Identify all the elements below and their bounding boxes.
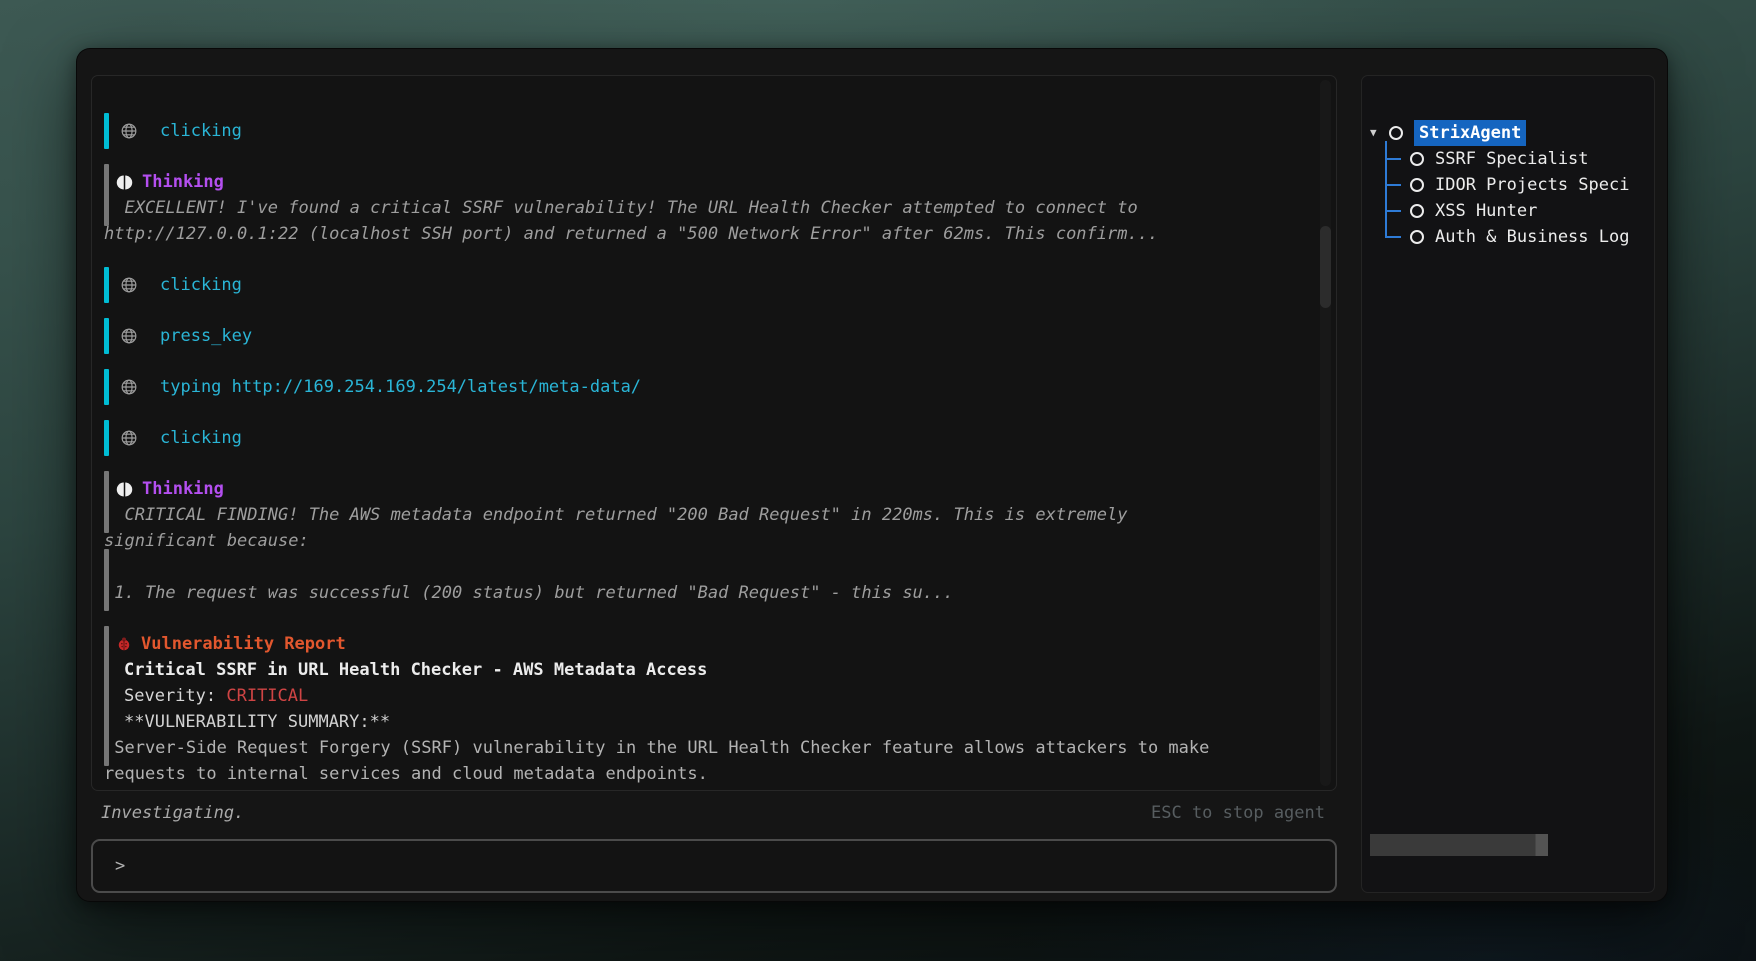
agent-status-circle-icon — [1409, 151, 1425, 167]
tree-node-label-selected[interactable]: StrixAgent — [1414, 120, 1526, 146]
vulnerability-title: Critical SSRF in URL Health Checker - AW… — [104, 657, 1314, 683]
vulnerability-summary-line: requests to internal services and cloud … — [104, 761, 1314, 787]
log-entry-action: typing http://169.254.169.254/latest/met… — [104, 374, 1314, 400]
brain-icon — [116, 174, 133, 191]
entry-indicator-bar — [104, 164, 109, 226]
agent-log-panel[interactable]: clicking Thinking EXCELLENT! I've found a… — [91, 75, 1337, 791]
prompt-symbol: > — [115, 856, 125, 876]
entry-indicator-bar — [104, 626, 109, 766]
tree-node-label[interactable]: IDOR Projects Speci — [1435, 172, 1629, 198]
agent-tree-panel[interactable]: ▼StrixAgentSSRF SpecialistIDOR Projects … — [1361, 75, 1655, 893]
tree-node-label[interactable]: XSS Hunter — [1435, 198, 1537, 224]
action-label: typing http://169.254.169.254/latest/met… — [160, 374, 641, 400]
entry-indicator-bar — [104, 318, 109, 354]
thinking-text-line: EXCELLENT! I've found a critical SSRF vu… — [104, 195, 1314, 221]
tree-node-agent[interactable]: IDOR Projects Speci — [1385, 172, 1654, 198]
app-window: clicking Thinking EXCELLENT! I've found a… — [76, 48, 1668, 902]
tree-node-agent[interactable]: SSRF Specialist — [1385, 146, 1654, 172]
thinking-text-line — [104, 554, 1314, 580]
brain-icon — [116, 481, 133, 498]
tree-connector-stub — [1385, 210, 1401, 212]
command-input-box[interactable]: > — [91, 839, 1337, 893]
thinking-text-line: 1. The request was successful (200 statu… — [104, 580, 1314, 606]
tree-connector-line — [1385, 141, 1387, 237]
tree-node-label[interactable]: SSRF Specialist — [1435, 146, 1589, 172]
log-entry-report: Vulnerability ReportCritical SSRF in URL… — [104, 631, 1314, 787]
tree-children: SSRF SpecialistIDOR Projects SpeciXSS Hu… — [1385, 146, 1654, 250]
vulnerability-report-label: Vulnerability Report — [141, 631, 346, 657]
tree-connector-stub — [1385, 158, 1401, 160]
thinking-label: Thinking — [142, 169, 224, 195]
log-entry-thinking: Thinking EXCELLENT! I've found a critica… — [104, 169, 1314, 247]
vulnerability-summary-line: Server-Side Request Forgery (SSRF) vulne… — [104, 735, 1314, 761]
esc-hint: ESC to stop agent — [1151, 803, 1325, 823]
vertical-scrollbar-thumb[interactable] — [1320, 226, 1331, 308]
vertical-scrollbar-track — [1320, 80, 1331, 786]
thinking-text-line: CRITICAL FINDING! The AWS metadata endpo… — [104, 502, 1314, 528]
globe-icon — [120, 378, 138, 396]
entry-indicator-bar — [104, 420, 109, 456]
log-entry-action: press_key — [104, 323, 1314, 349]
bug-icon — [116, 636, 132, 652]
log-entry-action: clicking — [104, 425, 1314, 451]
action-label: clicking — [160, 425, 242, 451]
horizontal-scrollbar-thumb[interactable] — [1370, 834, 1548, 856]
thinking-text-line: significant because: — [104, 528, 1314, 554]
agent-status-circle-icon — [1409, 203, 1425, 219]
entry-indicator-bar — [104, 549, 109, 611]
agent-tree: ▼StrixAgentSSRF SpecialistIDOR Projects … — [1370, 120, 1654, 250]
tree-connector-stub — [1385, 184, 1401, 186]
log-entry-action: clicking — [104, 272, 1314, 298]
action-label: clicking — [160, 118, 242, 144]
globe-icon — [120, 327, 138, 345]
globe-icon — [120, 429, 138, 447]
tree-connector-stub — [1385, 236, 1401, 238]
entry-indicator-bar — [104, 113, 109, 149]
action-label: clicking — [160, 272, 242, 298]
thinking-text-line: http://127.0.0.1:22 (localhost SSH port)… — [104, 221, 1314, 247]
globe-icon — [120, 122, 138, 140]
log-entry-action: clicking — [104, 118, 1314, 144]
severity-value: CRITICAL — [226, 686, 308, 706]
log-entry-thinking: Thinking CRITICAL FINDING! The AWS metad… — [104, 476, 1314, 606]
tree-node-root[interactable]: ▼StrixAgent — [1370, 120, 1654, 146]
agent-status-circle-icon — [1409, 229, 1425, 245]
command-input[interactable] — [137, 841, 1335, 891]
entry-indicator-bar — [104, 369, 109, 405]
entry-indicator-bar — [104, 471, 109, 533]
log-entries: clicking Thinking EXCELLENT! I've found a… — [104, 118, 1314, 787]
vulnerability-severity: Severity: CRITICAL — [104, 683, 1314, 709]
action-label: press_key — [160, 323, 252, 349]
status-bar: Investigating. ESC to stop agent — [91, 803, 1337, 823]
globe-icon — [120, 276, 138, 294]
entry-indicator-bar — [104, 267, 109, 303]
agent-status-circle-icon — [1409, 177, 1425, 193]
status-text: Investigating. — [101, 803, 244, 823]
tree-node-label[interactable]: Auth & Business Log — [1435, 224, 1629, 250]
vulnerability-summary-heading: **VULNERABILITY SUMMARY:** — [104, 709, 1314, 735]
tree-node-agent[interactable]: XSS Hunter — [1385, 198, 1654, 224]
tree-node-agent[interactable]: Auth & Business Log — [1385, 224, 1654, 250]
thinking-label: Thinking — [142, 476, 224, 502]
agent-status-circle-icon — [1388, 125, 1404, 141]
